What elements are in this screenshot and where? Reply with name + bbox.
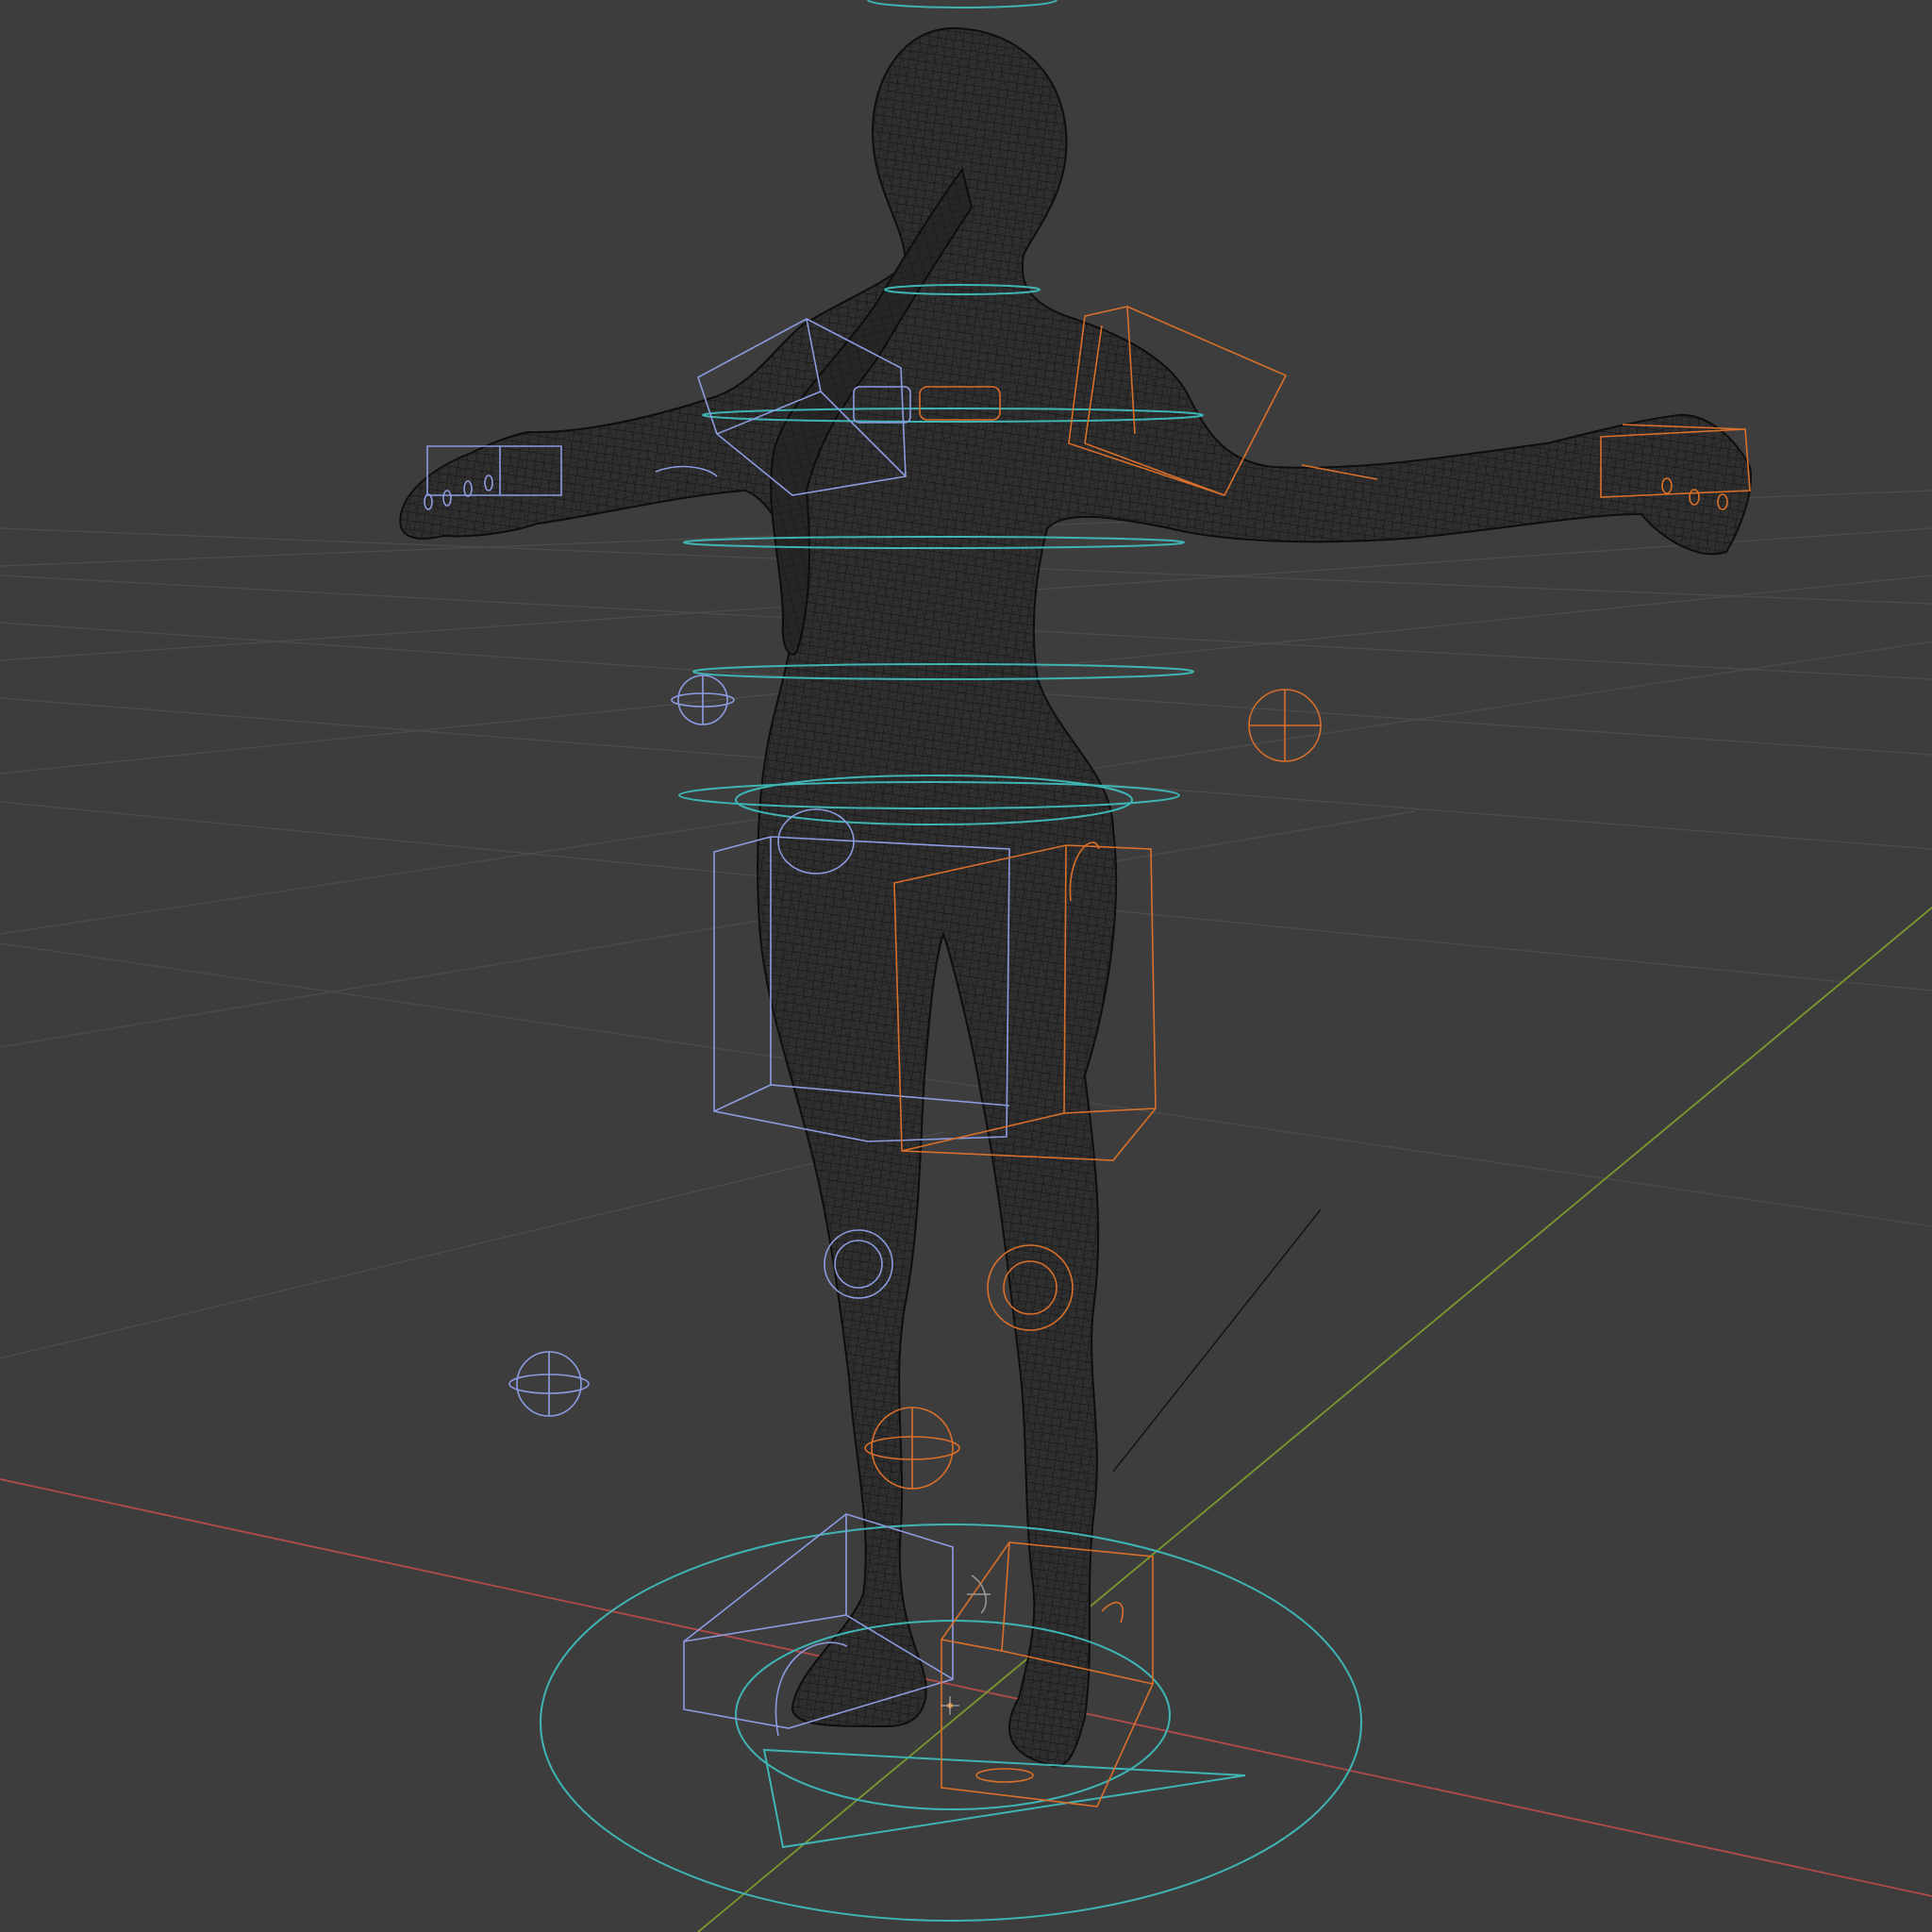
x-axis-line <box>0 1478 1932 1897</box>
right-heel-ctrl[interactable] <box>975 1768 1034 1783</box>
head-top-ring[interactable] <box>867 0 1058 8</box>
right-toe-ctrl[interactable] <box>1101 1601 1124 1624</box>
body-mesh-pattern-b <box>400 28 1751 1767</box>
character-mesh[interactable] <box>399 26 1752 1768</box>
left-foot-roll-gizmo[interactable] <box>967 1574 991 1614</box>
origin-cursor[interactable] <box>941 1696 959 1715</box>
viewport-canvas[interactable] <box>0 0 1932 1932</box>
3d-viewport[interactable] <box>0 0 1932 1932</box>
root-direction-triangle[interactable] <box>762 1748 1246 1849</box>
foot-gizmos[interactable] <box>967 1574 991 1614</box>
bone-line <box>1112 1208 1322 1473</box>
